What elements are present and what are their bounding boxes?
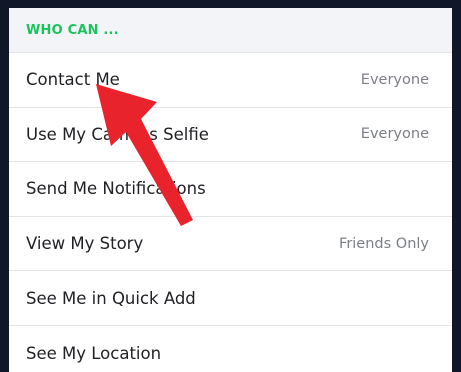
section-header-who-can: WHO CAN ... bbox=[9, 8, 452, 53]
setting-label: Use My Cameos Selfie bbox=[26, 124, 209, 144]
setting-row-contact-me[interactable]: Contact Me Everyone bbox=[9, 53, 452, 108]
setting-label: Send Me Notifications bbox=[26, 179, 206, 199]
setting-value: Everyone bbox=[360, 126, 429, 143]
setting-value: Everyone bbox=[360, 71, 429, 88]
section-title: WHO CAN ... bbox=[26, 22, 119, 38]
setting-label: See My Location bbox=[26, 343, 162, 363]
setting-row-view-my-story[interactable]: View My Story Friends Only bbox=[9, 216, 452, 272]
screenshot-frame: WHO CAN ... Contact Me Everyone Use My C… bbox=[0, 0, 461, 372]
setting-row-send-me-notifications[interactable]: Send Me Notifications bbox=[9, 162, 452, 217]
setting-label: Contact Me bbox=[26, 70, 120, 90]
setting-label: View My Story bbox=[26, 234, 144, 254]
setting-row-see-my-location[interactable]: See My Location bbox=[9, 325, 452, 372]
setting-row-see-me-in-quick-add[interactable]: See Me in Quick Add bbox=[9, 271, 452, 326]
setting-value: Friends Only bbox=[339, 235, 429, 252]
privacy-settings-panel: WHO CAN ... Contact Me Everyone Use My C… bbox=[9, 8, 452, 372]
setting-row-use-my-cameos-selfie[interactable]: Use My Cameos Selfie Everyone bbox=[9, 107, 452, 163]
setting-label: See Me in Quick Add bbox=[26, 288, 196, 308]
